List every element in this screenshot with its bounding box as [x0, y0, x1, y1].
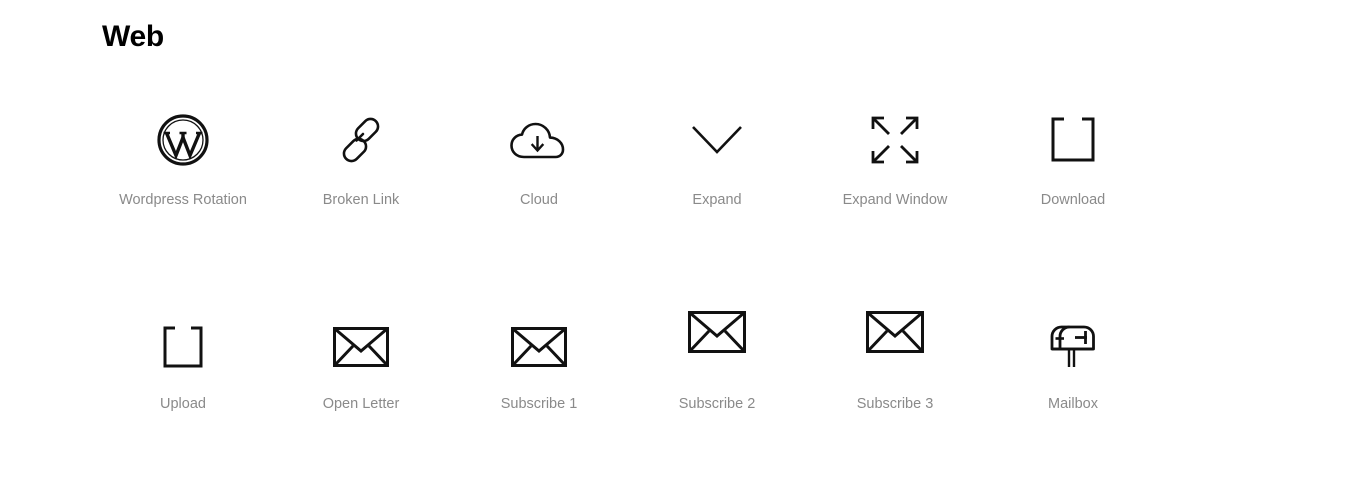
download-tray-icon — [1049, 100, 1097, 180]
icon-item-mailbox[interactable]: Mailbox — [984, 310, 1162, 450]
icon-item-cloud[interactable]: Cloud — [450, 100, 628, 240]
icon-grid: Wordpress Rotation Broken Link Cloud Exp… — [94, 100, 1164, 450]
upload-tray-icon — [161, 310, 205, 384]
icon-gallery-page: Web Wordpress Rotation Broken Link Cloud… — [0, 0, 1369, 504]
icon-label: Cloud — [520, 192, 558, 208]
broken-link-icon — [334, 100, 388, 180]
icon-item-subscribe-3[interactable]: Subscribe 3 — [806, 310, 984, 450]
icon-label: Upload — [160, 396, 206, 412]
icon-item-subscribe-2[interactable]: Subscribe 2 — [628, 310, 806, 450]
icon-item-subscribe-1[interactable]: Subscribe 1 — [450, 310, 628, 450]
icon-item-broken-link[interactable]: Broken Link — [272, 100, 450, 240]
icon-label: Expand Window — [842, 192, 948, 208]
icon-item-wordpress-rotation[interactable]: Wordpress Rotation — [94, 100, 272, 240]
icon-item-upload[interactable]: Upload — [94, 310, 272, 450]
expand-arrows-icon — [869, 100, 921, 180]
envelope-icon — [510, 310, 568, 384]
icon-item-open-letter[interactable]: Open Letter — [272, 310, 450, 450]
icon-label: Download — [1040, 192, 1106, 208]
envelope-icon — [865, 310, 925, 384]
icon-label: Subscribe 3 — [856, 396, 934, 412]
icon-label: Mailbox — [1048, 396, 1098, 412]
envelope-icon — [332, 310, 390, 384]
icon-label: Expand — [692, 192, 742, 208]
icon-label: Wordpress Rotation — [119, 192, 247, 208]
icon-label: Subscribe 2 — [678, 396, 756, 412]
mailbox-icon — [1048, 310, 1098, 384]
icon-label: Broken Link — [322, 192, 400, 208]
icon-item-download[interactable]: Download — [984, 100, 1162, 240]
icon-item-expand-window[interactable]: Expand Window — [806, 100, 984, 240]
envelope-icon — [687, 310, 747, 384]
icon-label: Subscribe 1 — [500, 396, 578, 412]
cloud-download-icon — [508, 100, 570, 180]
icon-label: Open Letter — [322, 396, 400, 412]
chevron-down-icon — [690, 100, 744, 180]
icon-item-expand[interactable]: Expand — [628, 100, 806, 240]
page-title: Web — [102, 20, 164, 53]
wordpress-icon — [157, 100, 209, 180]
